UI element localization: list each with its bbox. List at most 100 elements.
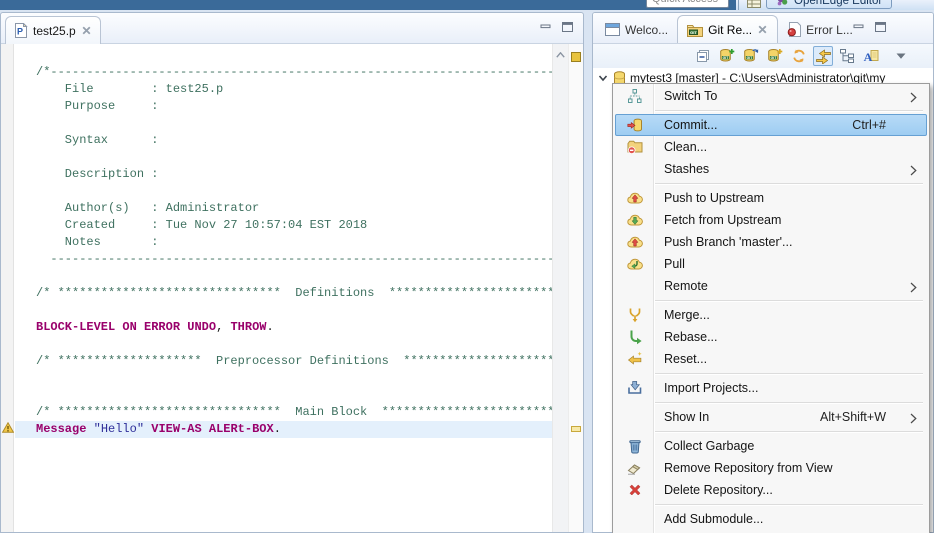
menu-separator [655, 402, 923, 404]
code-line[interactable]: Author(s) : Administrator [15, 200, 552, 217]
minimize-icon [539, 21, 552, 33]
code-line[interactable] [15, 336, 552, 353]
editor-vertical-scrollbar[interactable] [552, 44, 568, 532]
overview-warning-marker[interactable] [571, 426, 581, 432]
add-repository-button[interactable]: GIT [717, 46, 737, 66]
menu-item-push-branch-master[interactable]: Push Branch 'master'... [615, 231, 927, 253]
link-with-editor-icon [815, 48, 832, 64]
menu-item-add-submodule[interactable]: Add Submodule... [615, 508, 927, 530]
menu-item-collect-garbage[interactable]: Collect Garbage [615, 435, 927, 457]
link-with-editor-button[interactable] [813, 46, 833, 66]
code-line[interactable]: Created : Tue Nov 27 10:57:04 EST 2018 [15, 217, 552, 234]
tab-error-l[interactable]: Error L... [778, 16, 862, 43]
menu-item-label: Push to Upstream [664, 191, 765, 205]
chevron-down-icon[interactable] [597, 72, 609, 84]
menu-item-label: Clean... [664, 140, 708, 154]
tab-git-re[interactable]: GIT Git Re... [677, 15, 779, 43]
menu-item-pull[interactable]: Pull [615, 253, 927, 275]
menu-item-label: Reset... [664, 352, 708, 366]
menu-item-import-projects[interactable]: Import Projects... [615, 377, 927, 399]
git-repositories-icon: GIT [687, 23, 704, 37]
menu-item-remote[interactable]: Remote [615, 275, 927, 297]
clone-repository-button[interactable]: GIT [741, 46, 761, 66]
code-line[interactable]: Notes : [15, 234, 552, 251]
label-decorations-button[interactable]: A [861, 46, 881, 66]
warning-icon[interactable] [2, 422, 14, 433]
menu-item-show-in[interactable]: Show In Alt+Shift+W [615, 406, 927, 428]
close-icon[interactable] [757, 24, 768, 35]
code-line[interactable]: /* ******************** Preprocessor Def… [15, 353, 552, 370]
menu-item-merge[interactable]: Merge... [615, 304, 927, 326]
code-line[interactable]: BLOCK-LEVEL ON ERROR UNDO, THROW. [15, 319, 552, 336]
code-line[interactable] [15, 149, 552, 166]
menu-item-icon-cell [616, 482, 654, 498]
import-icon [627, 380, 643, 396]
menu-item-fetch-from-upstream[interactable]: Fetch from Upstream [615, 209, 927, 231]
menu-item-stashes[interactable]: Stashes [615, 158, 927, 180]
menu-item-rebase[interactable]: Rebase... [615, 326, 927, 348]
code-line[interactable]: /*--------------------------------------… [15, 64, 552, 81]
menu-item-remove-repository-from-view[interactable]: Remove Repository from View [615, 457, 927, 479]
maximize-icon [874, 21, 887, 33]
open-perspective-icon[interactable] [747, 0, 761, 8]
editor-tab-test25-p[interactable]: P test25.p [5, 16, 101, 44]
tab-label: Error L... [806, 22, 853, 37]
git-repositories-toolbar: GIT GIT GIT A [593, 44, 933, 68]
menu-separator [655, 504, 923, 506]
create-repository-button[interactable]: GIT [765, 46, 785, 66]
maximize-button[interactable] [873, 21, 887, 33]
code-area[interactable]: /*--------------------------------------… [15, 44, 552, 532]
right-tab-bar: Welco... GIT Git Re... Error L... [593, 13, 933, 44]
menu-item-icon-cell [616, 117, 654, 133]
code-line[interactable] [15, 47, 552, 64]
menu-item-label: Commit... [664, 118, 718, 132]
code-line[interactable]: ----------------------------------------… [15, 251, 552, 268]
collapse-all-button[interactable] [693, 46, 713, 66]
menu-item-reset[interactable]: Reset... [615, 348, 927, 370]
close-icon[interactable] [81, 25, 92, 36]
view-menu-button[interactable] [891, 46, 911, 66]
code-line[interactable]: Purpose : [15, 98, 552, 115]
merge-icon [627, 307, 643, 323]
code-line-current[interactable]: Message "Hello" VIEW-AS ALERt-BOX. [15, 421, 552, 438]
menu-item-label: Remote [664, 279, 708, 293]
scroll-up-icon[interactable] [556, 52, 565, 58]
pull-icon [627, 256, 643, 272]
menu-item-commit[interactable]: Commit... Ctrl+# [615, 114, 927, 136]
menu-item-delete-repository[interactable]: Delete Repository... [615, 479, 927, 501]
code-line[interactable]: /* ******************************* Main … [15, 404, 552, 421]
refresh-button[interactable] [789, 46, 809, 66]
svg-text:GIT: GIT [723, 56, 730, 60]
eraser-icon [627, 460, 643, 476]
maximize-button[interactable] [560, 21, 574, 33]
menu-item-switch-to[interactable]: Switch To [615, 85, 927, 107]
tab-welco[interactable]: Welco... [596, 16, 677, 43]
code-line[interactable] [15, 115, 552, 132]
code-line[interactable] [15, 183, 552, 200]
minimize-button[interactable] [851, 21, 865, 33]
code-line[interactable] [15, 387, 552, 404]
code-line[interactable]: /* ******************************* Defin… [15, 285, 552, 302]
editor-overview-ruler[interactable] [568, 44, 583, 532]
rebase-icon [627, 329, 643, 345]
code-line[interactable]: File : test25.p [15, 81, 552, 98]
menu-item-label: Delete Repository... [664, 483, 773, 497]
overview-status-header[interactable] [571, 52, 581, 62]
quick-access-input[interactable]: Quick Access [646, 0, 729, 8]
perspective-button-openedge-editor[interactable]: OpenEdge Editor [766, 0, 893, 9]
menu-item-icon-cell [616, 212, 654, 228]
code-line[interactable] [15, 268, 552, 285]
code-line[interactable] [15, 370, 552, 387]
code-line[interactable]: Description : [15, 166, 552, 183]
code-line[interactable] [15, 302, 552, 319]
refresh-icon [791, 48, 807, 64]
menu-item-push-to-upstream[interactable]: Push to Upstream [615, 187, 927, 209]
code-line[interactable]: Syntax : [15, 132, 552, 149]
trash-icon [627, 438, 643, 454]
editor-annotation-ruler[interactable] [1, 44, 14, 532]
tab-label: Welco... [625, 22, 669, 37]
hierarchical-layout-button[interactable] [837, 46, 857, 66]
minimize-button[interactable] [538, 21, 552, 33]
menu-item-clean[interactable]: Clean... [615, 136, 927, 158]
menu-separator [655, 183, 923, 185]
